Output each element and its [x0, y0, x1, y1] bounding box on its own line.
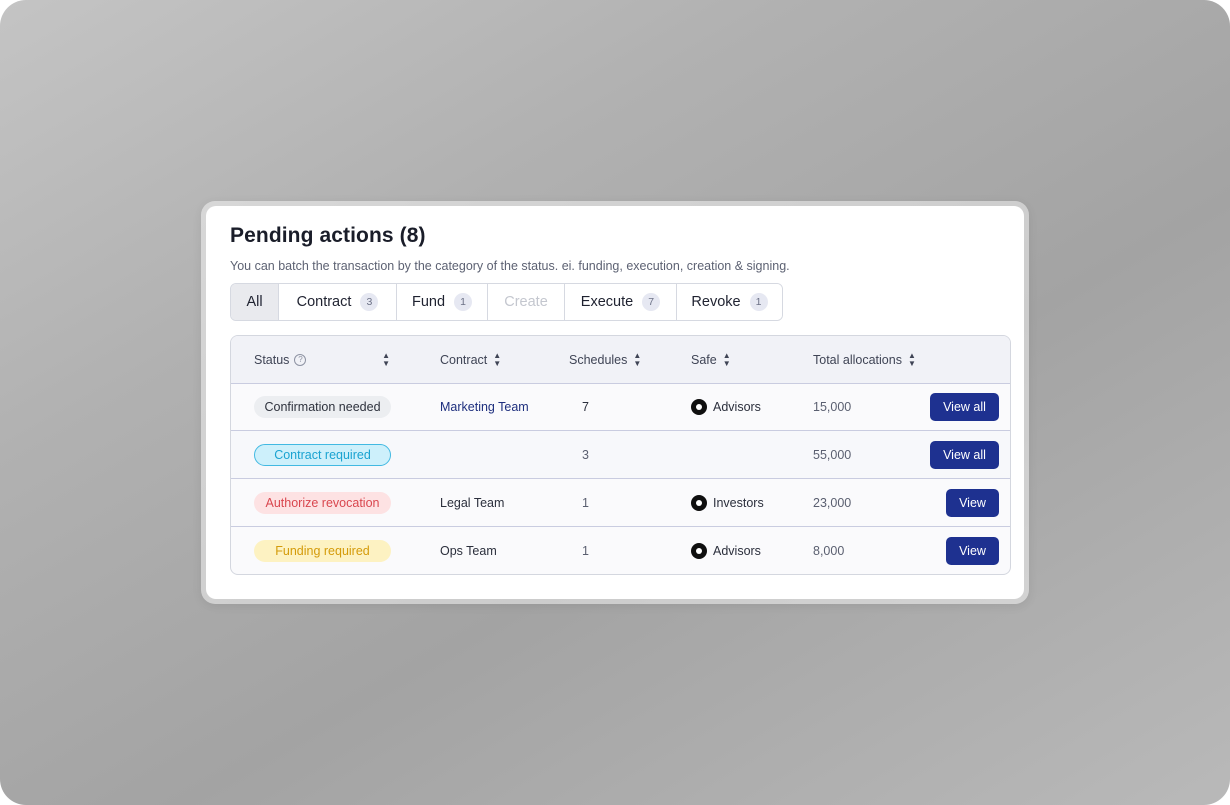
table-row: Funding required Ops Team 1 Advisors 8,0…	[231, 527, 1010, 574]
pending-actions-table: Status ? ▲ ▼ Contract ▲ ▼ Schedules ▲ ▼ Saf…	[230, 335, 1011, 575]
tab-execute[interactable]: Execute 7	[565, 284, 677, 320]
safe-cell: Advisors	[691, 398, 761, 415]
tab-contract[interactable]: Contract 3	[279, 284, 397, 320]
safe-cell: Investors	[691, 494, 764, 511]
column-header-total-allocations[interactable]: Total allocations ▲ ▼	[813, 336, 916, 383]
tab-label: Fund	[411, 294, 446, 310]
table-row: Contract required 3 55,000 View all	[231, 431, 1010, 479]
column-header-label: Status	[254, 352, 290, 367]
tab-fund[interactable]: Fund 1	[397, 284, 488, 320]
table-row: Authorize revocation Legal Team 1 Invest…	[231, 479, 1010, 527]
safe-icon	[691, 398, 707, 415]
column-header-label: Schedules	[569, 352, 628, 367]
view-button[interactable]: View	[946, 537, 999, 565]
tab-label: Execute	[580, 294, 634, 310]
schedules-count: 3	[582, 447, 589, 462]
sort-icon[interactable]: ▲ ▼	[493, 351, 501, 368]
column-header-schedules[interactable]: Schedules ▲ ▼	[569, 336, 641, 383]
safe-icon	[691, 494, 707, 511]
view-all-button[interactable]: View all	[930, 393, 999, 421]
table-row: Confirmation needed Marketing Team 7 Adv…	[231, 383, 1010, 431]
tab-label: All	[246, 294, 263, 310]
status-badge: Authorize revocation	[254, 491, 391, 514]
total-allocations: 23,000	[813, 495, 852, 510]
tab-all[interactable]: All	[231, 284, 279, 320]
tab-label: Revoke	[691, 294, 741, 310]
table-header: Status ? ▲ ▼ Contract ▲ ▼ Schedules ▲ ▼ Saf…	[231, 336, 1010, 384]
sort-icon[interactable]: ▲ ▼	[382, 351, 390, 368]
total-allocations: 15,000	[813, 399, 852, 414]
status-badge: Contract required	[254, 443, 391, 466]
tab-count-badge: 1	[454, 293, 473, 311]
tab-label: Contract	[296, 294, 352, 310]
safe-icon	[691, 543, 707, 559]
sort-icon[interactable]: ▲ ▼	[633, 351, 641, 368]
column-header-label: Contract	[440, 352, 488, 367]
status-badge: Confirmation needed	[254, 395, 391, 418]
tab-label: Create	[504, 294, 548, 310]
safe-name: Investors	[713, 495, 764, 510]
background: Pending actions (8) You can batch the tr…	[0, 0, 1230, 805]
schedules-count: 7	[582, 399, 589, 414]
tab-create: Create	[488, 284, 565, 320]
contract-name: Ops Team	[440, 544, 497, 558]
view-all-button[interactable]: View all	[930, 441, 999, 469]
column-header-safe[interactable]: Safe ▲ ▼	[691, 336, 731, 383]
contract-link[interactable]: Marketing Team	[440, 383, 529, 430]
sort-icon[interactable]: ▲ ▼	[908, 351, 916, 368]
sort-icon[interactable]: ▲ ▼	[723, 351, 731, 368]
column-header-label: Total allocations	[813, 352, 902, 367]
safe-cell: Advisors	[691, 543, 761, 559]
safe-name: Advisors	[713, 399, 761, 414]
total-allocations: 8,000	[813, 544, 845, 558]
total-allocations: 55,000	[813, 447, 852, 462]
safe-name: Advisors	[713, 544, 761, 558]
view-button[interactable]: View	[946, 489, 999, 517]
schedules-count: 1	[582, 495, 589, 510]
status-badge: Funding required	[254, 540, 391, 562]
filter-tabs: All Contract 3 Fund 1 Create Execute 7 R…	[230, 283, 783, 321]
tab-count-badge: 7	[642, 293, 661, 311]
column-header-status[interactable]: Status ? ▲ ▼	[254, 336, 390, 383]
page-title: Pending actions (8)	[230, 224, 426, 247]
tab-revoke[interactable]: Revoke 1	[677, 284, 782, 320]
tab-count-badge: 1	[749, 293, 768, 311]
column-header-label: Safe	[691, 352, 717, 367]
column-header-contract[interactable]: Contract ▲ ▼	[440, 336, 501, 383]
tab-count-badge: 3	[360, 293, 379, 311]
schedules-count: 1	[582, 544, 589, 558]
page-subtitle: You can batch the transaction by the cat…	[230, 259, 790, 273]
pending-actions-card: Pending actions (8) You can batch the tr…	[206, 206, 1024, 599]
contract-name: Legal Team	[440, 495, 505, 510]
help-icon[interactable]: ?	[294, 353, 307, 366]
